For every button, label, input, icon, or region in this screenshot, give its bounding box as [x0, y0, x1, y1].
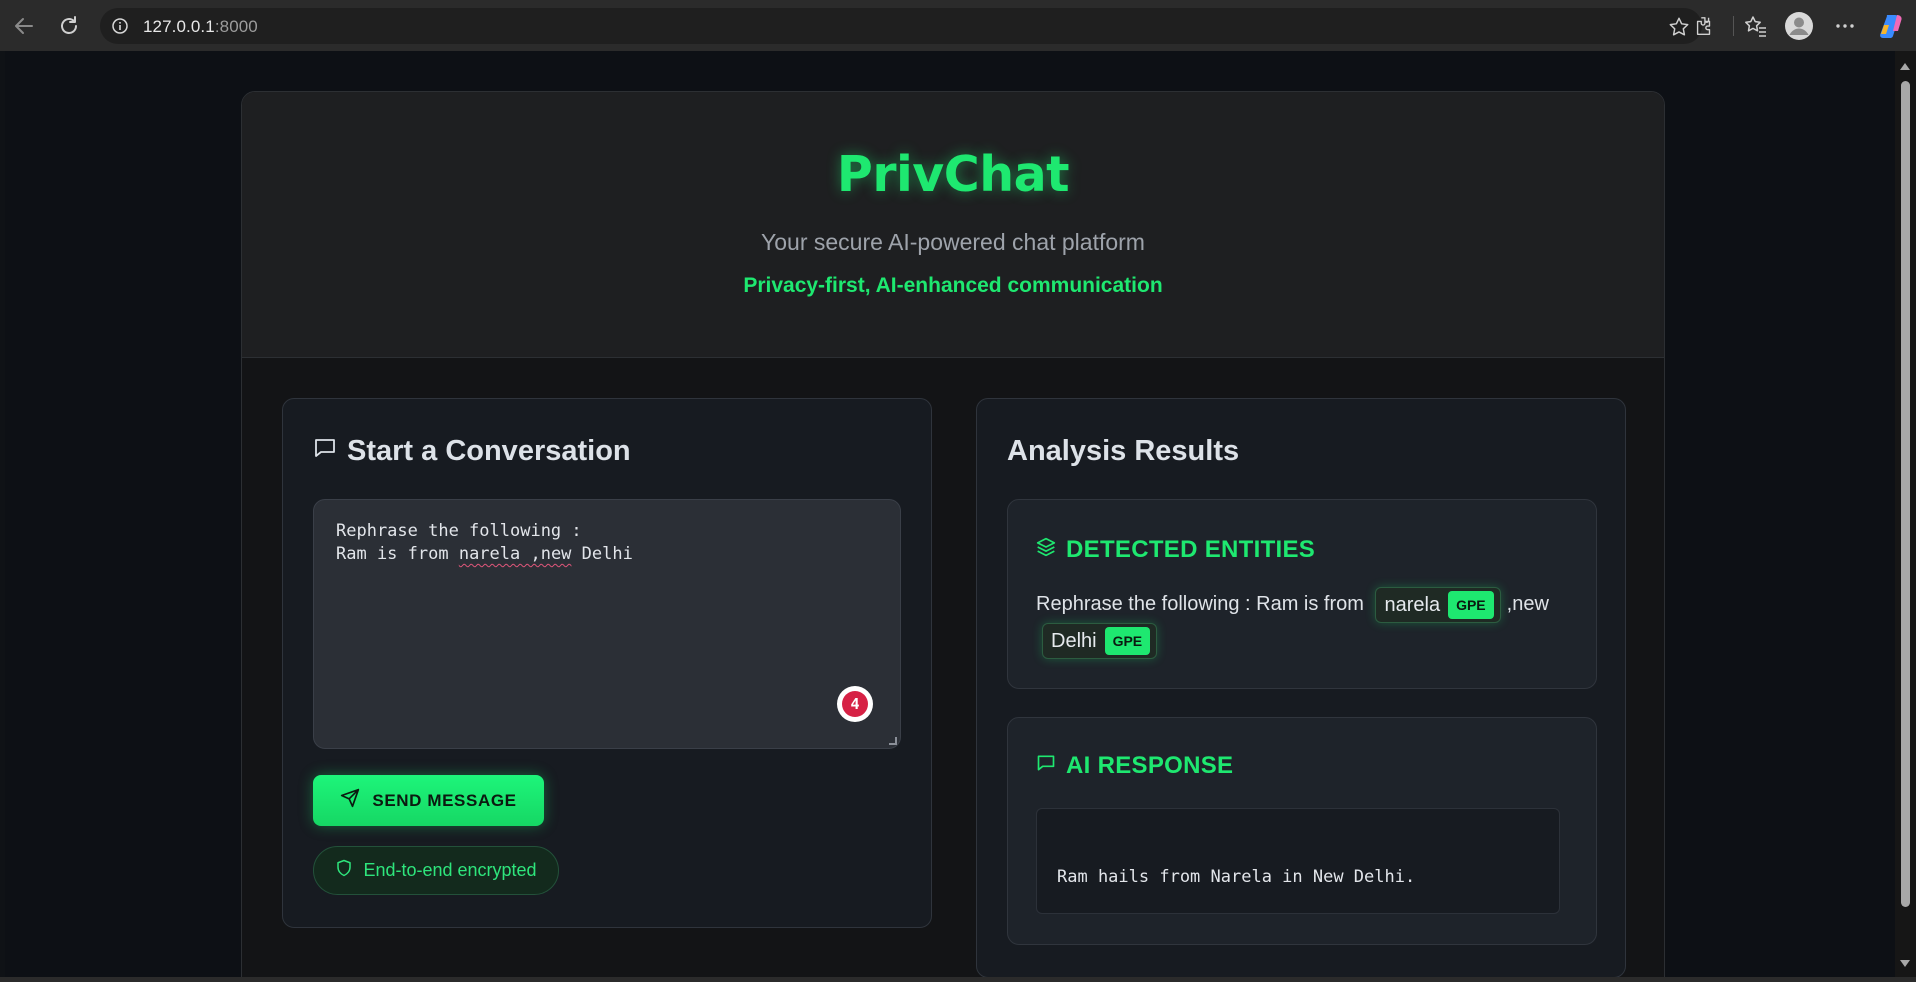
- brand-title: PrivChat: [836, 146, 1070, 203]
- conversation-title-text: Start a Conversation: [347, 435, 631, 467]
- page-viewport: PrivChat Your secure AI-powered chat pla…: [5, 51, 1895, 977]
- entity-text: Delhi: [1051, 630, 1097, 653]
- toolbar-divider: [1733, 16, 1734, 36]
- entity-type-tag: GPE: [1448, 590, 1494, 619]
- grammar-checker-badge[interactable]: 4: [837, 686, 873, 722]
- favorite-star-icon[interactable]: [1668, 16, 1690, 43]
- entities-text-between: ,new: [1506, 593, 1549, 615]
- send-message-button[interactable]: SEND MESSAGE: [313, 775, 544, 826]
- message-textarea[interactable]: Rephrase the following : Ram is from nar…: [313, 499, 901, 749]
- send-label: SEND MESSAGE: [372, 790, 517, 810]
- chat-bubble-icon: [313, 435, 337, 468]
- message-line-2-prefix: Ram is from: [336, 544, 459, 564]
- chat-bubble-icon: [1036, 752, 1056, 780]
- entity-text: narela: [1384, 593, 1441, 616]
- tagline: Your secure AI-powered chat platform: [761, 229, 1145, 255]
- ai-response-title: AI RESPONSE: [1036, 752, 1233, 780]
- hero-header: PrivChat Your secure AI-powered chat pla…: [242, 92, 1664, 358]
- shield-icon: [335, 859, 353, 882]
- page-scrollbar[interactable]: [1895, 51, 1916, 977]
- reload-icon[interactable]: [53, 10, 85, 42]
- ai-response-text: Ram hails from Narela in New Delhi.: [1057, 867, 1416, 887]
- url-host: 127.0.0.1: [143, 17, 215, 36]
- misspelled-word[interactable]: narela ,new: [459, 544, 572, 564]
- encryption-badge: End-to-end encrypted: [313, 846, 559, 895]
- browser-toolbar: 127.0.0.1:8000: [0, 0, 1916, 51]
- url-text: 127.0.0.1:8000: [143, 17, 258, 37]
- message-line-2-suffix: Delhi: [571, 544, 633, 564]
- scroll-up-arrow[interactable]: [1900, 63, 1910, 70]
- entities-title: DETECTED ENTITIES: [1036, 536, 1315, 564]
- resize-handle[interactable]: [889, 737, 897, 745]
- message-line-1: Rephrase the following :: [336, 521, 582, 541]
- entity-chip: narela GPE: [1375, 586, 1501, 623]
- address-bar[interactable]: 127.0.0.1:8000: [100, 8, 1702, 44]
- copilot-icon[interactable]: [1875, 10, 1907, 42]
- window-bottom-edge: [0, 977, 1916, 982]
- entities-annotated-text: Rephrase the following : Ram is from nar…: [1036, 586, 1576, 660]
- entity-type-tag: GPE: [1104, 627, 1151, 656]
- scroll-thumb[interactable]: [1901, 81, 1910, 907]
- profile-avatar-icon[interactable]: [1783, 10, 1815, 42]
- send-icon: [340, 788, 360, 813]
- encryption-label: End-to-end encrypted: [363, 860, 537, 880]
- grammar-issue-count: 4: [842, 691, 868, 717]
- scroll-down-arrow[interactable]: [1900, 960, 1910, 967]
- analysis-card: Analysis Results DETECTED ENTITIES Rephr…: [976, 398, 1626, 977]
- conversation-title: Start a Conversation: [313, 435, 631, 468]
- conversation-card: Start a Conversation Rephrase the follow…: [282, 398, 932, 928]
- entity-chip: Delhi GPE: [1042, 623, 1158, 660]
- extensions-icon[interactable]: [1688, 10, 1720, 42]
- ai-response-box: Ram hails from Narela in New Delhi.: [1036, 808, 1560, 914]
- analysis-title: Analysis Results: [1007, 435, 1240, 467]
- entities-text-before: Rephrase the following : Ram is from: [1036, 593, 1370, 615]
- entities-title-text: DETECTED ENTITIES: [1066, 536, 1316, 563]
- back-icon[interactable]: [8, 10, 40, 42]
- sub-tagline: Privacy-first, AI-enhanced communication: [743, 274, 1163, 297]
- ai-response-title-text: AI RESPONSE: [1066, 752, 1234, 779]
- more-options-icon[interactable]: [1829, 10, 1861, 42]
- layers-icon: [1036, 536, 1056, 564]
- site-info-icon[interactable]: [112, 18, 128, 34]
- url-port: :8000: [214, 17, 258, 36]
- ai-response-panel: AI RESPONSE Ram hails from Narela in New…: [1007, 717, 1597, 945]
- detected-entities-panel: DETECTED ENTITIES Rephrase the following…: [1007, 499, 1597, 689]
- favorites-icon[interactable]: [1740, 10, 1772, 42]
- app-container: PrivChat Your secure AI-powered chat pla…: [241, 91, 1665, 977]
